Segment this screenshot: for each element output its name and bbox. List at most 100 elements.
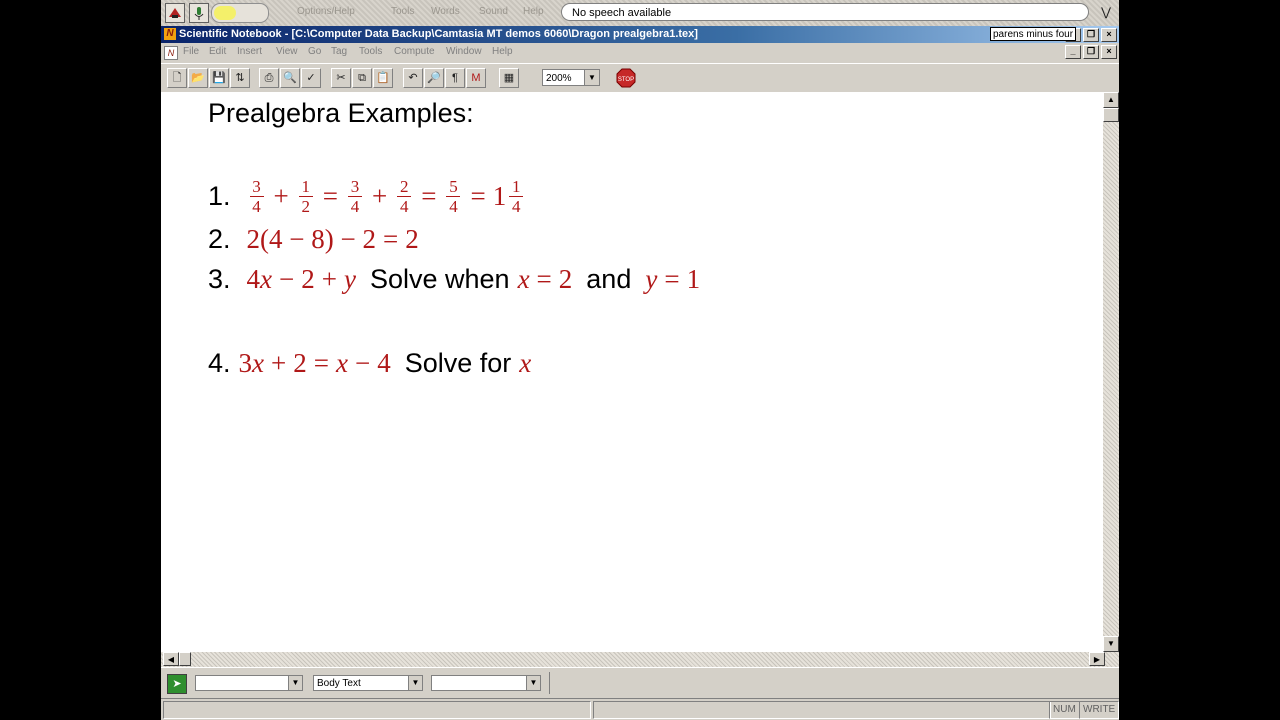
print-preview-icon[interactable]: 🔍 [280, 68, 300, 88]
document-canvas[interactable]: Prealgebra Examples: 1. 34 + 12 = 34 + 2… [161, 92, 1103, 652]
recognized-phrase-tooltip: parens minus four [990, 27, 1076, 41]
menu-insert[interactable]: Insert [237, 46, 262, 57]
paste-icon[interactable]: 📋 [373, 68, 393, 88]
fraction: 34 [249, 178, 264, 215]
speech-menu-options[interactable]: Options/Help [297, 6, 355, 17]
scroll-thumb[interactable] [1103, 108, 1119, 122]
fraction: 12 [298, 178, 313, 215]
volume-level [214, 6, 236, 20]
chevron-down-icon[interactable]: ▼ [408, 676, 422, 690]
stop-icon[interactable]: STOP [616, 68, 636, 88]
scroll-down-icon[interactable]: ▼ [1103, 636, 1119, 652]
math-text-toggle-icon[interactable]: M [466, 68, 486, 88]
toolbar-divider [549, 672, 550, 694]
menu-tag[interactable]: Tag [331, 46, 347, 57]
volume-meter [211, 3, 269, 23]
menu-go[interactable]: Go [308, 46, 321, 57]
doc-restore-button[interactable]: ❐ [1083, 45, 1099, 59]
example-1: 1. 34 + 12 = 34 + 24 = 54 = 1 14 [208, 178, 526, 215]
cut-icon[interactable]: ✂ [331, 68, 351, 88]
example-3: 3. 4x − 2 + y Solve when x = 2 and y = 1 [208, 264, 700, 295]
chevron-down-icon[interactable]: ▼ [584, 70, 599, 85]
table-icon[interactable]: ▦ [499, 68, 519, 88]
chevron-down-icon[interactable]: ▼ [526, 676, 540, 690]
math-variable[interactable]: x [519, 348, 531, 379]
menu-window[interactable]: Window [446, 46, 482, 57]
app-logo-icon: N [164, 28, 176, 40]
zoom-select[interactable]: 200% ▼ [542, 69, 600, 86]
page-title: Prealgebra Examples: [208, 98, 474, 128]
status-bar: NUM WRITE [161, 698, 1119, 720]
scroll-up-icon[interactable]: ▲ [1103, 92, 1119, 108]
paragraph-marks-icon[interactable]: ¶ [445, 68, 465, 88]
tag-toolbar: ➤ ▼ Body Text ▼ ▼ [161, 667, 1119, 698]
zoom-value: 200% [546, 73, 572, 84]
chevron-down-icon[interactable]: ⋁ [1101, 5, 1111, 19]
doc-minimize-button[interactable]: _ [1065, 45, 1081, 59]
speech-bar: Options/Help Tools Words Sound Help No s… [161, 0, 1119, 27]
doc-close-button[interactable]: × [1101, 45, 1117, 59]
example-2: 2. 2(4 − 8) − 2 = 2 [208, 224, 419, 255]
instruction-text: Solve for [404, 348, 512, 378]
save-icon[interactable]: 💾 [209, 68, 229, 88]
status-message-pane [163, 701, 591, 719]
save-all-icon[interactable]: ⇅ [230, 68, 250, 88]
svg-text:STOP: STOP [618, 77, 634, 83]
app-window: Options/Help Tools Words Sound Help No s… [161, 0, 1119, 720]
fraction: 34 [348, 178, 362, 215]
math-expression-2[interactable]: 2(4 − 8) − 2 = 2 [247, 224, 419, 255]
title-bar: N Scientific Notebook - [C:\Computer Dat… [161, 26, 1119, 43]
instruction-text: and [586, 264, 632, 294]
new-file-icon[interactable]: 🗋 [167, 68, 187, 88]
menu-tools[interactable]: Tools [359, 46, 382, 57]
math-expression-1[interactable]: 34 + 12 = 34 + 24 = 54 = 1 14 [247, 178, 527, 215]
open-folder-icon[interactable]: 📂 [188, 68, 208, 88]
restore-button[interactable]: ❐ [1083, 28, 1099, 42]
document-window-controls: _ ❐ × [1065, 45, 1117, 59]
chevron-down-icon[interactable]: ▼ [288, 676, 302, 690]
math-expression-4[interactable]: 3x + 2 = x − 4 [239, 348, 391, 379]
fraction: 54 [446, 178, 461, 215]
close-button[interactable]: × [1101, 28, 1117, 42]
item-tag-select[interactable]: ▼ [195, 675, 303, 691]
speech-menu-words[interactable]: Words [431, 6, 460, 17]
microphone-icon[interactable] [189, 3, 209, 23]
section-tag-select[interactable]: Body Text ▼ [313, 675, 423, 691]
tag-apply-icon[interactable]: ➤ [167, 674, 187, 694]
dragon-icon[interactable] [165, 3, 185, 23]
hscroll-thumb[interactable] [179, 652, 191, 666]
example-number: 1. [208, 181, 231, 211]
menu-compute[interactable]: Compute [394, 46, 435, 57]
text-tag-select[interactable]: ▼ [431, 675, 541, 691]
mixed-number-whole: 1 [492, 181, 507, 211]
menu-file[interactable]: File [183, 46, 199, 57]
math-expression-3[interactable]: 4x − 2 + y [247, 264, 356, 295]
scroll-left-icon[interactable]: ◀ [163, 652, 179, 666]
speech-menu-tools[interactable]: Tools [391, 6, 414, 17]
write-mode-indicator: WRITE [1079, 701, 1119, 719]
speech-menu-sound[interactable]: Sound [479, 6, 508, 17]
print-icon[interactable]: ⎙ [259, 68, 279, 88]
scroll-right-icon[interactable]: ▶ [1089, 652, 1105, 666]
math-condition-x[interactable]: x = 2 [518, 264, 573, 295]
menu-view[interactable]: View [276, 46, 298, 57]
find-icon[interactable]: 🔎 [424, 68, 444, 88]
status-info-pane [593, 701, 1051, 719]
menu-bar: N File Edit Insert View Go Tag Tools Com… [161, 43, 1119, 61]
example-4: 4. 3x + 2 = x − 4 Solve for x [208, 348, 531, 379]
horizontal-scrollbar[interactable]: ◀ ▶ [161, 652, 1119, 667]
math-condition-y[interactable]: y = 1 [645, 264, 700, 295]
vertical-scrollbar[interactable]: ▲ ▼ [1103, 92, 1119, 652]
standard-toolbar: 🗋 📂 💾 ⇅ ⎙ 🔍 ✓ ✂ ⧉ 📋 ↶ 🔎 ¶ M ▦ 200% ▼ STO… [161, 63, 1119, 93]
document-icon[interactable]: N [164, 46, 178, 60]
menu-help[interactable]: Help [492, 46, 513, 57]
undo-icon[interactable]: ↶ [403, 68, 423, 88]
window-title: Scientific Notebook - [C:\Computer Data … [179, 28, 698, 40]
speech-menu-help[interactable]: Help [523, 6, 544, 17]
spell-check-icon[interactable]: ✓ [301, 68, 321, 88]
section-tag-value: Body Text [317, 678, 361, 689]
copy-icon[interactable]: ⧉ [352, 68, 372, 88]
num-lock-indicator: NUM [1049, 701, 1080, 719]
menu-edit[interactable]: Edit [209, 46, 226, 57]
example-number: 2. [208, 224, 231, 254]
